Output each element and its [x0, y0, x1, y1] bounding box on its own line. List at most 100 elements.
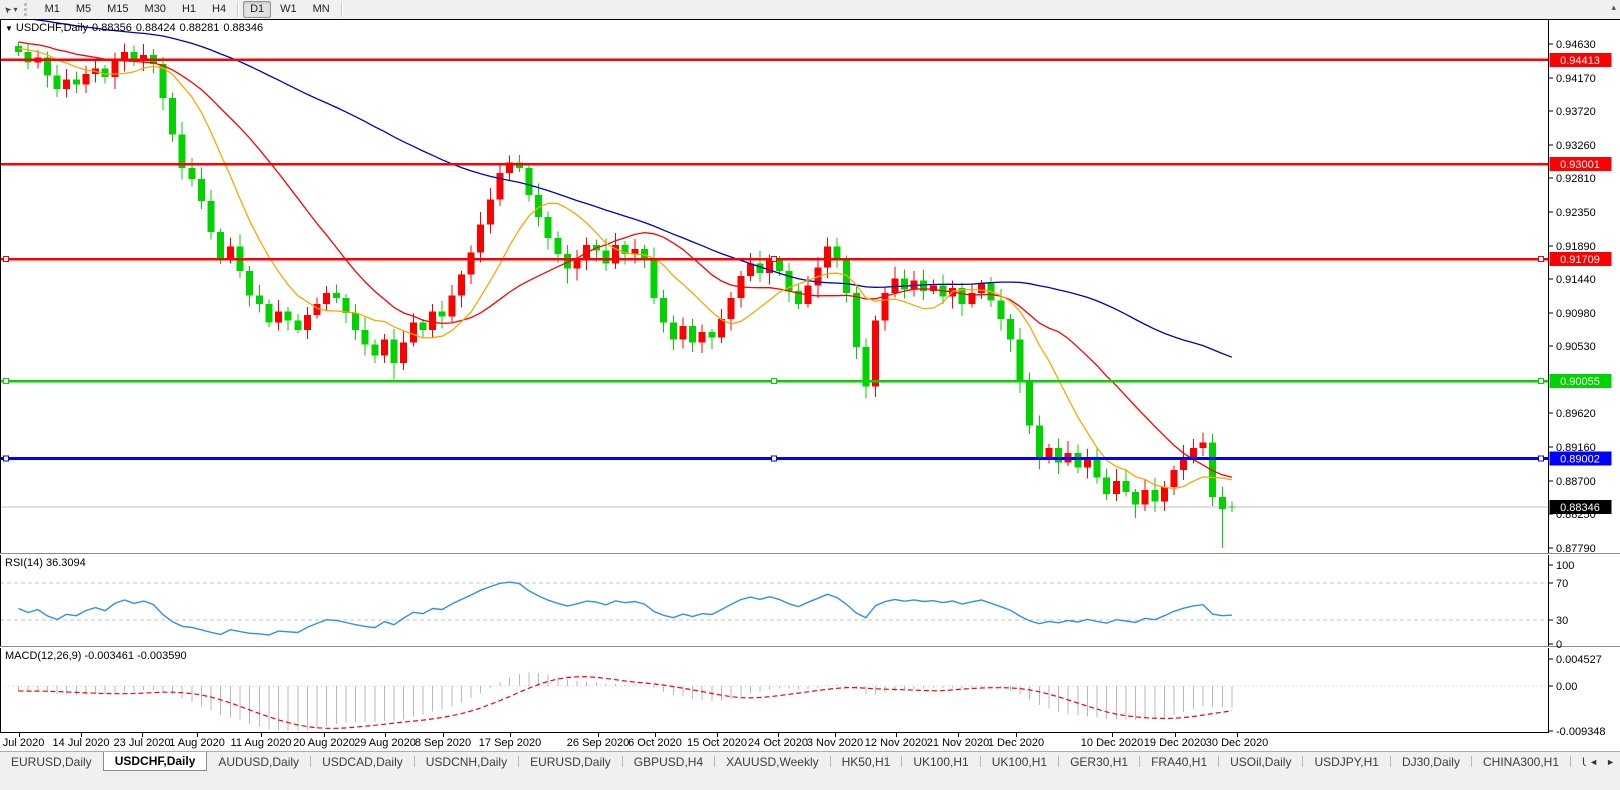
candle-body	[439, 311, 446, 316]
candle-body	[689, 326, 696, 342]
chart-tab-gbpusd-h4[interactable]: GBPUSD,H4	[623, 752, 714, 771]
candle-body	[679, 326, 686, 339]
chart-tab-dj30-daily[interactable]: DJ30,Daily	[1391, 752, 1471, 771]
candle-body	[1219, 497, 1226, 509]
candle-body	[602, 250, 609, 263]
candle-body	[872, 320, 879, 386]
date-label: 30 Dec 2020	[1206, 737, 1268, 749]
candle-body	[448, 295, 455, 316]
pointer-cursor-icon[interactable]: ➤ ▾	[0, 1, 22, 18]
support-line-089002[interactable]	[0, 456, 1548, 461]
price-tick-label: 0.91890	[1556, 241, 1596, 253]
low-value: 0.88281	[180, 22, 220, 34]
chart-tab-xauusd-weekly[interactable]: XAUUSD,Weekly	[715, 752, 829, 771]
tf-button-h1[interactable]: H1	[175, 1, 203, 18]
candle-body	[728, 298, 735, 319]
tf-button-w1[interactable]: W1	[273, 1, 304, 18]
pane-borders	[0, 19, 1620, 737]
chart-tab-usdcnh-daily[interactable]: USDCNH,Daily	[415, 752, 518, 771]
chart-tab-eurusd-daily[interactable]: EURUSD,Daily	[0, 752, 103, 771]
date-label: 15 Oct 2020	[687, 737, 747, 749]
candle-body	[1142, 490, 1149, 505]
candle-body	[73, 79, 80, 84]
date-label: 26 Sep 2020	[567, 737, 629, 749]
candle-body	[545, 217, 552, 238]
date-label: 10 Dec 2020	[1081, 737, 1143, 749]
candle-body	[1190, 448, 1197, 458]
cursor-arrow-icon: ➤	[2, 4, 14, 16]
candle-body	[824, 247, 831, 268]
candle-body	[400, 342, 407, 363]
line-handle	[1539, 379, 1544, 384]
date-axis: 4 Jul 202014 Jul 202023 Jul 20201 Aug 20…	[0, 735, 1548, 751]
date-label: 21 Nov 2020	[927, 737, 989, 749]
rsi-tick-label: 70	[1556, 578, 1568, 590]
chart-tab-usdchf-daily[interactable]: USDCHF,Daily	[103, 752, 208, 771]
chart-tab-usdcad-daily[interactable]: USDCAD,Daily	[311, 752, 414, 771]
chart-tab-audusd-daily[interactable]: AUDUSD,Daily	[207, 752, 310, 771]
ma-fast-line	[19, 48, 1232, 488]
chart-tab-uk100-h1[interactable]: UK100,H1	[981, 752, 1058, 771]
candle-body	[843, 260, 850, 293]
rsi-tick-label: 0	[1556, 639, 1562, 651]
chart-tab-uk100-h1[interactable]: UK100,H1	[902, 752, 979, 771]
tf-button-m15[interactable]: M15	[100, 1, 135, 18]
line-handle	[1539, 456, 1544, 461]
candle-body	[275, 311, 282, 322]
tf-button-d1[interactable]: D1	[243, 1, 271, 18]
date-label: 1 Aug 2020	[169, 737, 225, 749]
chart-tab-hk50-h1[interactable]: HK50,H1	[831, 752, 902, 771]
tf-button-m1[interactable]: M1	[38, 1, 67, 18]
line-handle	[772, 257, 777, 262]
date-label: 17 Sep 2020	[479, 737, 541, 749]
candle-body	[458, 275, 465, 296]
candle-body	[699, 332, 706, 342]
high-value: 0.88424	[136, 22, 176, 34]
candle-body	[1199, 443, 1206, 448]
price-badge-label: 0.89002	[1560, 454, 1600, 466]
tf-button-m5[interactable]: M5	[69, 1, 98, 18]
price-tick-label: 0.94630	[1556, 39, 1596, 51]
candle-body	[314, 304, 321, 315]
rsi-pane	[0, 582, 1548, 635]
tf-button-m30[interactable]: M30	[138, 1, 173, 18]
candle-body	[997, 300, 1004, 318]
support-line-090055[interactable]	[0, 379, 1548, 384]
toolbar-grip[interactable]	[24, 3, 32, 16]
chart-tab-fra40-h1[interactable]: FRA40,H1	[1140, 752, 1218, 771]
chart-tab-usoil-daily[interactable]: USOil,Daily	[1219, 752, 1302, 771]
collapse-triangle-icon[interactable]: ▼	[5, 24, 13, 33]
tab-scroll-right-icon[interactable]: ►	[1603, 757, 1618, 767]
candle-body	[54, 76, 61, 89]
price-tick-label: 0.92350	[1556, 207, 1596, 219]
tab-scroll-left-icon[interactable]: ◄	[1586, 757, 1601, 767]
candle-body	[381, 339, 388, 355]
candle-body	[1113, 481, 1120, 494]
candle-body	[304, 315, 311, 330]
candle-body	[1151, 490, 1158, 502]
macd-pane	[0, 673, 1548, 731]
candle-body	[1074, 453, 1081, 468]
price-tick-label: 0.87790	[1556, 543, 1596, 555]
line-handle	[1539, 257, 1544, 262]
macd-tick-label: 0.004527	[1556, 654, 1602, 666]
candle-body	[708, 332, 715, 337]
toolbar-overflow-icon[interactable]: ▴	[1611, 2, 1616, 13]
tf-button-mn[interactable]: MN	[306, 1, 337, 18]
open-value: 0.88356	[92, 22, 132, 34]
chart-tab-china300-h1[interactable]: CHINA300,H1	[1472, 752, 1570, 771]
chart-tab-ger30-h1[interactable]: GER30,H1	[1059, 752, 1139, 771]
candle-body	[188, 168, 195, 179]
tf-button-h4[interactable]: H4	[205, 1, 233, 18]
candle-body	[1122, 481, 1129, 492]
candle-body	[1171, 470, 1178, 487]
price-badge-label: 0.94413	[1560, 55, 1600, 67]
price-tick-label: 0.91440	[1556, 274, 1596, 286]
chart-tab-usdjpy-h1[interactable]: USDJPY,H1	[1303, 752, 1389, 771]
date-label: 24 Oct 2020	[748, 737, 808, 749]
symbol-title: USDCHF,Daily	[16, 22, 88, 34]
line-handle	[772, 456, 777, 461]
chart-tab-eurusd-daily[interactable]: EURUSD,Daily	[519, 752, 622, 771]
candle-body	[82, 74, 89, 84]
price-tick-label: 0.88700	[1556, 476, 1596, 488]
